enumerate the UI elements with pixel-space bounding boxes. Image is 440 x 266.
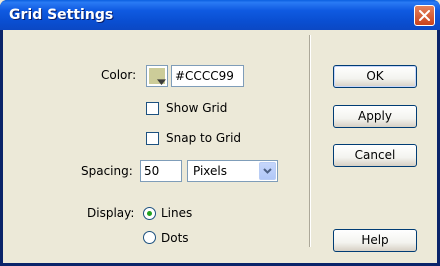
spacing-unit-select[interactable]: Pixels: [187, 160, 278, 182]
ok-button[interactable]: OK: [333, 65, 417, 88]
title-bar[interactable]: Grid Settings: [0, 0, 440, 30]
display-dots-radio[interactable]: [143, 231, 156, 244]
color-hex-value: #CCCC99: [175, 69, 234, 83]
close-button[interactable]: [414, 5, 435, 26]
display-lines-label: Lines: [161, 206, 193, 220]
close-icon: [419, 10, 430, 21]
color-label: Color:: [101, 68, 137, 82]
grid-settings-dialog: Grid Settings Color: #CCCC99 Show Grid S…: [0, 0, 440, 266]
dialog-body: Color: #CCCC99 Show Grid Snap to Grid Sp…: [3, 30, 437, 263]
dialog-title: Grid Settings: [9, 7, 114, 23]
swatch-dropdown-icon: [157, 79, 166, 85]
show-grid-checkbox[interactable]: [146, 102, 159, 115]
radio-selected-dot: [147, 211, 152, 216]
color-swatch-button[interactable]: [146, 65, 168, 87]
apply-button[interactable]: Apply: [333, 105, 417, 128]
vertical-divider: [309, 35, 311, 247]
snap-to-grid-checkbox[interactable]: [146, 132, 159, 145]
snap-to-grid-label: Snap to Grid: [166, 131, 242, 145]
cancel-button[interactable]: Cancel: [333, 144, 417, 167]
color-hex-input[interactable]: #CCCC99: [171, 65, 244, 87]
spacing-label: Spacing:: [81, 164, 133, 178]
show-grid-label: Show Grid: [166, 101, 228, 115]
display-dots-label: Dots: [161, 231, 189, 245]
spacing-value: 50: [144, 164, 160, 178]
help-button[interactable]: Help: [333, 229, 417, 252]
display-label: Display:: [87, 206, 135, 220]
spacing-unit-value: Pixels: [193, 164, 228, 178]
display-lines-radio[interactable]: [143, 207, 156, 220]
chevron-down-icon[interactable]: [259, 162, 276, 180]
spacing-input[interactable]: 50: [140, 160, 182, 182]
color-swatch: [149, 68, 166, 85]
